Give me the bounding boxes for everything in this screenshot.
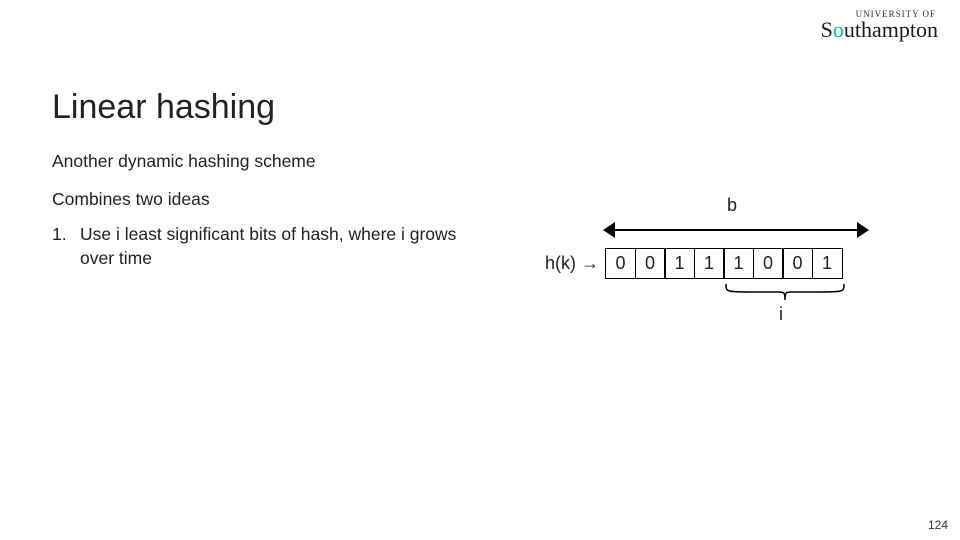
logo-accent-dot: o — [833, 17, 844, 42]
body-text: Another dynamic hashing scheme Combines … — [52, 150, 482, 271]
list-text: Use i least significant bits of hash, wh… — [80, 223, 482, 270]
bit-cell: 1 — [694, 248, 725, 279]
logo-main-text: Southampton — [821, 19, 938, 41]
body-list-item-1: 1. Use i least significant bits of hash,… — [52, 223, 482, 270]
hash-diagram: b h(k) → 0 0 1 1 1 0 0 1 i — [540, 190, 920, 370]
arrow-line — [611, 229, 861, 231]
bit-cell: 1 — [812, 248, 843, 279]
bit-cell: 1 — [723, 248, 754, 279]
arrow-left-head — [603, 222, 615, 238]
slide-number: 124 — [928, 518, 948, 532]
b-double-arrow — [605, 220, 867, 240]
logo-name-rest: uthampton — [844, 17, 938, 42]
b-label: b — [727, 195, 737, 216]
bit-cell: 1 — [664, 248, 695, 279]
bit-cell: 0 — [605, 248, 636, 279]
i-brace — [724, 282, 846, 302]
i-label: i — [779, 304, 783, 325]
university-logo: UNIVERSITY OF Southampton — [821, 10, 938, 41]
logo-name-prefix: S — [821, 17, 833, 42]
bit-cell: 0 — [753, 248, 784, 279]
list-number: 1. — [52, 223, 80, 270]
bit-cell: 0 — [635, 248, 666, 279]
bit-cell: 0 — [782, 248, 813, 279]
slide-title: Linear hashing — [52, 88, 275, 127]
arrow-right-head — [857, 222, 869, 238]
body-line1: Another dynamic hashing scheme — [52, 150, 482, 174]
hk-label: h(k) → — [545, 253, 599, 274]
bit-row: 0 0 1 1 1 0 0 1 — [605, 248, 843, 279]
body-line2: Combines two ideas — [52, 188, 482, 212]
